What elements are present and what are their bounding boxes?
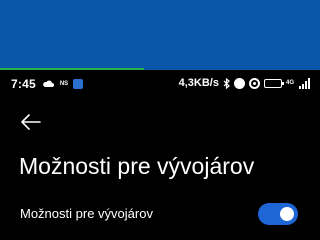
developer-options-toggle[interactable]: [258, 203, 298, 225]
app-notification-icon: [73, 79, 84, 89]
toggle-knob: [280, 207, 294, 221]
developer-options-row[interactable]: Možnosti pre vývojárov: [0, 200, 320, 230]
back-arrow-icon[interactable]: [20, 114, 42, 130]
cloud-icon: [42, 80, 54, 87]
status-time: 7:45: [11, 77, 36, 91]
progress-bar: [0, 68, 320, 70]
network-speed: 4,3KB/s: [178, 77, 219, 89]
top-banner: [0, 0, 320, 70]
signal-icon: [298, 77, 310, 89]
page-title: Možnosti pre vývojárov: [19, 153, 255, 179]
lte-label: 4G: [285, 80, 294, 86]
status-bar: 7:45 NS 4,3KB/s 4G: [0, 73, 320, 95]
developer-options-label: Možnosti pre vývojárov: [20, 206, 153, 221]
bluetooth-badge-icon: [233, 77, 245, 89]
progress-fill: [0, 68, 144, 70]
location-icon: [248, 77, 260, 89]
bluetooth-icon: [223, 77, 230, 89]
network-label: NS: [59, 81, 69, 87]
battery-icon: [263, 78, 284, 88]
